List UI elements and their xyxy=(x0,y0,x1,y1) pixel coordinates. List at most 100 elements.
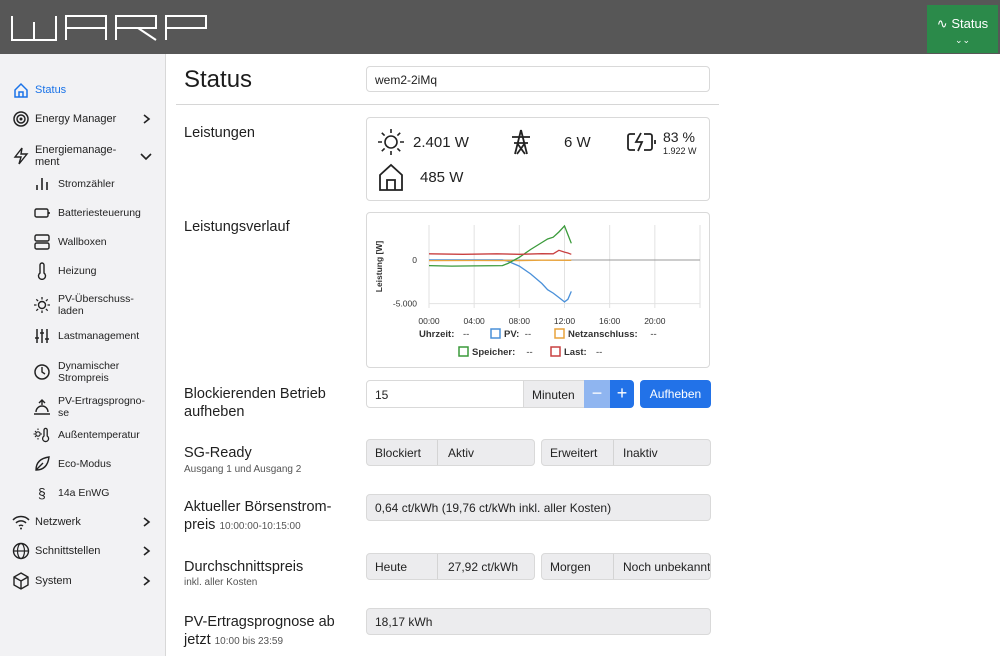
battery-power: 1.922 W xyxy=(663,146,697,156)
minus-icon: − xyxy=(591,383,603,403)
price-tomorrow: Morgen Noch unbekannt xyxy=(541,553,711,580)
x-tick-label: 04:00 xyxy=(464,316,486,326)
boerse-price: 0,64 ct/kWh (19,76 ct/kWh inkl. aller Ko… xyxy=(366,494,711,521)
home-icon xyxy=(14,82,28,98)
x-tick-label: 16:00 xyxy=(599,316,621,326)
sidebar-item-10[interactable]: PV-Ertragsprogno- se xyxy=(0,392,166,422)
sidebar-item-0[interactable]: Status xyxy=(0,79,166,101)
legend-swatch xyxy=(490,328,501,339)
sidebar-item-15[interactable]: Schnittstellen xyxy=(0,540,166,562)
legend-value: -- xyxy=(525,329,531,340)
blockieren-label: Blockierenden Betrieb aufheben xyxy=(184,386,326,420)
prognose-label: PV-Ertragsprognose ab jetzt 10:00 bis 23… xyxy=(184,614,335,648)
battery-soc: 83 % xyxy=(663,129,695,145)
sidebar-item-label: Energy Manager xyxy=(35,113,117,125)
thermometer-icon xyxy=(37,262,47,280)
sidebar-item-3[interactable]: Stromzähler xyxy=(0,173,166,195)
grid-power: 6 W xyxy=(564,134,591,151)
price-today: Heute 27,92 ct/kWh xyxy=(366,553,535,580)
sidebar-item-5[interactable]: Wallboxen xyxy=(0,231,166,253)
clock-euro-icon xyxy=(34,364,50,380)
minutes-unit: Minuten xyxy=(523,380,585,408)
sidebar-item-4[interactable]: Batteriesteuerung xyxy=(0,202,166,224)
leistungen-card: 2.401 W 6 W 83 % 1.922 W 485 W xyxy=(366,117,710,201)
sidebar-item-6[interactable]: Heizung xyxy=(0,260,166,282)
x-tick-label: 08:00 xyxy=(509,316,531,326)
sidebar-item-label: Dynamischer Strompreis xyxy=(58,360,120,384)
sidebar-item-label: System xyxy=(35,575,72,587)
sidebar-item-12[interactable]: Eco-Modus xyxy=(0,453,166,475)
pv-power: 2.401 W xyxy=(413,134,469,151)
divider xyxy=(176,104,719,105)
durchschnitt-sub: inkl. aller Kosten xyxy=(184,577,258,588)
sidebar-item-9[interactable]: Dynamischer Strompreis xyxy=(0,357,166,387)
sidebar-item-label: Stromzähler xyxy=(58,178,115,190)
legend-label: Uhrzeit: xyxy=(419,329,454,340)
globe-icon xyxy=(12,542,30,560)
legend-value: -- xyxy=(526,347,532,358)
chevron-right-icon[interactable] xyxy=(140,113,152,125)
leaf-icon xyxy=(35,456,50,471)
block-minutes-input[interactable]: 15 xyxy=(366,380,524,408)
sgready-label: SG-Ready xyxy=(184,445,252,461)
sliders-icon xyxy=(35,329,49,343)
legend-value: -- xyxy=(463,329,469,340)
sidebar-item-label: Eco-Modus xyxy=(58,458,112,470)
battery-icon xyxy=(34,208,50,218)
sidebar-item-label: Energiemanage- ment xyxy=(35,144,117,168)
house-power: 485 W xyxy=(420,169,464,186)
sidebar-item-label: Status xyxy=(35,84,67,96)
legend-label: PV: xyxy=(504,329,519,340)
chart-card: 00:00 04:00 08:00 12:00 16:00 20:00 0 -5.000 Lei… xyxy=(366,212,710,368)
sidebar-item-1[interactable]: Energy Manager xyxy=(0,108,166,130)
sidebar-item-label: Schnittstellen xyxy=(35,545,101,557)
device-name-field[interactable]: wem2-2iMq xyxy=(366,66,710,92)
legend-value: -- xyxy=(650,329,656,340)
section-icon: § xyxy=(38,485,46,501)
sidebar-item-label: Netzwerk xyxy=(35,516,81,528)
warp-logo[interactable] xyxy=(10,14,210,42)
server-icon xyxy=(34,234,50,250)
sidebar-item-label: Wallboxen xyxy=(58,236,107,248)
sidebar-item-16[interactable]: System xyxy=(0,570,166,592)
sidebar: Status Energy Manager Energiemanage- ment S… xyxy=(0,54,166,656)
legend-swatch xyxy=(458,346,469,357)
svg-text:§: § xyxy=(38,485,46,501)
chevron-right-icon[interactable] xyxy=(140,575,152,587)
sunrise-icon xyxy=(34,399,50,415)
sidebar-item-14[interactable]: Netzwerk xyxy=(0,511,166,533)
y-tick-label: 0 xyxy=(412,255,417,265)
main-content: Status wem2-2iMq Leistungen 2.401 W 6 W … xyxy=(166,54,1000,656)
sidebar-item-11[interactable]: Außentemperatur xyxy=(0,424,166,446)
sidebar-item-8[interactable]: Lastmanagement xyxy=(0,325,166,347)
house-icon xyxy=(379,163,403,191)
y-tick-label: -5.000 xyxy=(393,299,417,309)
power-pylon-icon xyxy=(512,129,530,155)
sun-thermometer-icon xyxy=(33,427,50,443)
aufheben-button[interactable]: Aufheben xyxy=(640,380,711,408)
sidebar-item-13[interactable]: § 14a EnWG xyxy=(0,482,166,504)
wifi-icon xyxy=(12,515,30,530)
bolt-icon xyxy=(13,147,29,165)
battery-charging-icon xyxy=(627,132,656,152)
chevron-right-icon[interactable] xyxy=(140,545,152,557)
sidebar-item-7[interactable]: PV-Überschuss- laden xyxy=(0,290,166,320)
sidebar-item-2[interactable]: Energiemanage- ment xyxy=(0,141,166,171)
chevron-down-icon[interactable] xyxy=(140,150,152,162)
status-button[interactable]: ∿ Status ⌄⌄ xyxy=(927,5,998,53)
legend-swatch xyxy=(554,328,565,339)
box-icon xyxy=(13,572,29,590)
sidebar-item-label: Batteriesteuerung xyxy=(58,207,141,219)
legend-label: Last: xyxy=(564,347,587,358)
prognose-value: 18,17 kWh xyxy=(366,608,711,635)
chevron-right-icon[interactable] xyxy=(140,516,152,528)
increment-button[interactable]: + xyxy=(610,380,634,408)
activity-icon: ∿ xyxy=(936,16,948,31)
sidebar-item-label: PV-Überschuss- laden xyxy=(58,293,134,317)
decrement-button[interactable]: − xyxy=(584,380,610,408)
bar-chart-icon xyxy=(36,178,48,190)
page-title: Status xyxy=(184,66,253,93)
power-history-chart: 00:00 04:00 08:00 12:00 16:00 20:00 0 -5.000 Lei… xyxy=(374,224,701,358)
y-axis-label: Leistung [W] xyxy=(374,241,384,293)
x-tick-label: 00:00 xyxy=(418,316,440,326)
